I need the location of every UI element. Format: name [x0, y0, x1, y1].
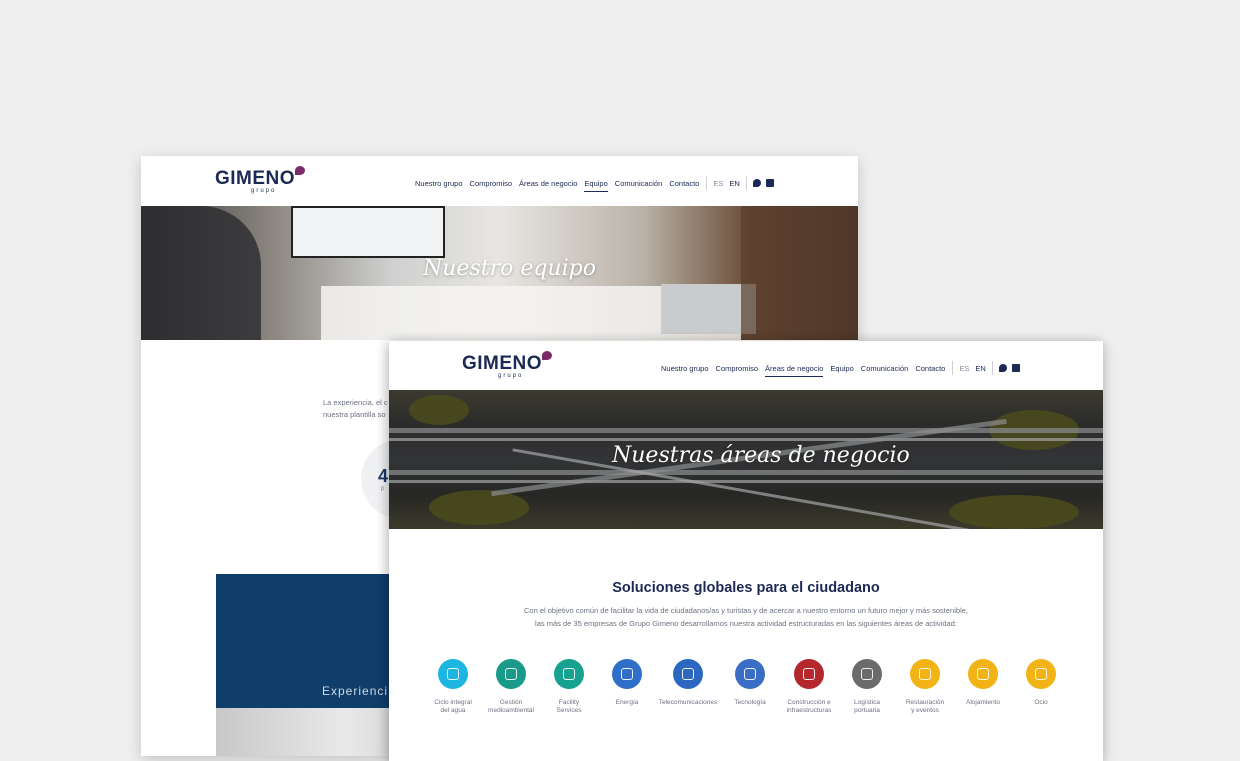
environment-icon[interactable]: [496, 659, 526, 689]
nav-divider: [706, 176, 708, 190]
crane-icon[interactable]: [794, 659, 824, 689]
leisure-icon[interactable]: [1026, 659, 1056, 689]
lang-en[interactable]: EN: [975, 364, 985, 373]
area-item[interactable]: Gestión medioambiental: [481, 659, 541, 715]
area-label: Restauración y eventos: [905, 699, 945, 714]
stat-label: p: [381, 486, 385, 492]
section-description: las más de 35 empresas de Grupo Gimeno d…: [535, 619, 957, 628]
hero-banner: Nuestro equipo: [141, 206, 858, 340]
area-label: Ocio: [1034, 699, 1048, 706]
gimeno-logo[interactable]: GIMENO grupo: [215, 166, 305, 194]
antenna-icon[interactable]: [673, 659, 703, 689]
areas-page-window: GIMENO grupo Nuestro grupo Compromiso Ár…: [389, 341, 1103, 761]
area-item[interactable]: Energía: [597, 659, 657, 707]
area-item[interactable]: Alojamiento: [953, 659, 1013, 707]
energy-icon[interactable]: [612, 659, 642, 689]
area-label: Facility Services: [556, 699, 582, 714]
main-nav: Nuestro grupo Compromiso Áreas de negoci…: [661, 361, 1025, 377]
section-title: Soluciones globales para el ciudadano: [612, 580, 880, 596]
nav-contacto[interactable]: Contacto: [669, 179, 699, 188]
nav-nuestro-grupo[interactable]: Nuestro grupo: [415, 179, 463, 188]
linkedin-icon[interactable]: [1011, 364, 1020, 372]
hero-title: Nuestras áreas de negocio: [612, 443, 910, 468]
area-label: Ciclo integral del agua: [434, 699, 472, 714]
area-item[interactable]: Facility Services: [539, 659, 599, 715]
nav-divider: [991, 361, 993, 375]
hero-banner: Nuestras áreas de negocio: [389, 390, 1103, 529]
technology-icon[interactable]: [735, 659, 765, 689]
section-description: Con el objetivo común de facilitar la vi…: [524, 606, 968, 615]
facility-icon[interactable]: [554, 659, 584, 689]
area-label: Alojamiento: [966, 699, 1000, 706]
area-item[interactable]: Telecomunicaciones: [658, 659, 718, 707]
nav-equipo[interactable]: Equipo: [830, 364, 853, 373]
area-label: Telecomunicaciones: [658, 699, 718, 706]
area-label: Gestión medioambiental: [488, 699, 534, 714]
nav-areas-de-negocio[interactable]: Áreas de negocio: [765, 364, 824, 377]
linkedin-icon[interactable]: [765, 179, 774, 187]
nav-areas-de-negocio[interactable]: Áreas de negocio: [519, 179, 577, 188]
area-item[interactable]: Restauración y eventos: [895, 659, 955, 715]
nav-comunicacion[interactable]: Comunicación: [861, 364, 909, 373]
intro-text: La experiencia, el c nuestra plantilla s…: [323, 398, 388, 419]
area-item[interactable]: Ciclo integral del agua: [423, 659, 483, 715]
nav-divider: [745, 176, 747, 190]
hero-photo-person: [141, 206, 261, 340]
lang-en[interactable]: EN: [729, 179, 739, 188]
site-header: GIMENO grupo Nuestro grupo Compromiso Ár…: [389, 341, 1103, 390]
area-item[interactable]: Construcción e infraestructuras: [779, 659, 839, 715]
area-label: Energía: [615, 699, 639, 706]
nav-comunicacion[interactable]: Comunicación: [615, 179, 663, 188]
area-label: Construcción e infraestructuras: [786, 699, 832, 714]
port-icon[interactable]: [852, 659, 882, 689]
hotel-icon[interactable]: [968, 659, 998, 689]
nav-divider: [952, 361, 954, 375]
lang-es[interactable]: ES: [713, 179, 723, 188]
nav-nuestro-grupo[interactable]: Nuestro grupo: [661, 364, 709, 373]
logo-mark-icon: [542, 351, 552, 360]
nav-equipo[interactable]: Equipo: [584, 179, 609, 192]
logo-subtitle: grupo: [251, 188, 277, 194]
hero-photo-monitor: [291, 206, 445, 258]
area-label: Tecnología: [734, 699, 766, 706]
main-nav: Nuestro grupo Compromiso Áreas de negoci…: [415, 176, 779, 192]
lang-es[interactable]: ES: [959, 364, 969, 373]
twitter-icon[interactable]: [998, 364, 1007, 372]
stat-value: 4: [378, 466, 389, 486]
logo-mark-icon: [295, 166, 305, 175]
experience-label: Experienci: [322, 684, 389, 698]
site-header: GIMENO grupo Nuestro grupo Compromiso Ár…: [141, 156, 858, 205]
area-item[interactable]: Logística portuaria: [837, 659, 897, 715]
area-label: Logística portuaria: [853, 699, 881, 714]
area-item[interactable]: Tecnología: [720, 659, 780, 707]
restaurant-icon[interactable]: [910, 659, 940, 689]
gimeno-logo[interactable]: GIMENO grupo: [462, 351, 552, 379]
nav-contacto[interactable]: Contacto: [915, 364, 945, 373]
water-drop-icon[interactable]: [438, 659, 468, 689]
hero-title: Nuestro equipo: [423, 256, 596, 281]
twitter-icon[interactable]: [752, 179, 761, 187]
logo-subtitle: grupo: [498, 373, 524, 379]
area-item[interactable]: Ocio: [1011, 659, 1071, 707]
nav-compromiso[interactable]: Compromiso: [470, 179, 513, 188]
hero-photo-person: [741, 206, 858, 340]
nav-compromiso[interactable]: Compromiso: [716, 364, 759, 373]
